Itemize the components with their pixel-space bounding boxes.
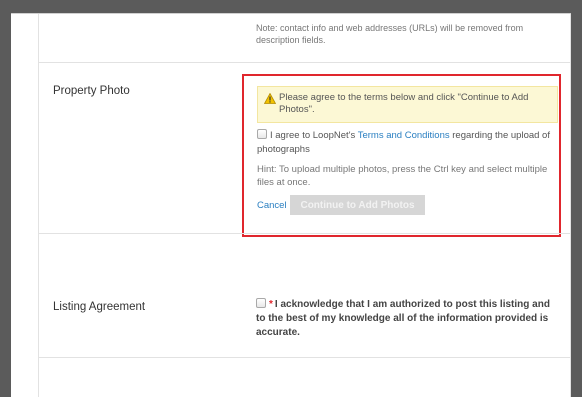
listing-agreement-row: * I acknowledge that I am authorized to p…	[256, 298, 556, 340]
left-divider	[38, 14, 39, 397]
acknowledge-text: I acknowledge that I am authorized to po…	[256, 299, 550, 338]
listing-agreement-label: Listing Agreement	[53, 301, 146, 313]
property-photo-label: Property Photo	[53, 85, 130, 97]
required-marker: *	[269, 299, 273, 310]
highlight-box	[242, 74, 561, 237]
acknowledge-checkbox[interactable]	[256, 298, 266, 308]
row-divider	[39, 233, 571, 234]
row-divider	[39, 357, 571, 358]
form-panel: Note: contact info and web addresses (UR…	[11, 13, 571, 397]
row-divider	[39, 62, 571, 63]
right-divider	[570, 14, 571, 397]
description-note: Note: contact info and web addresses (UR…	[256, 23, 524, 45]
